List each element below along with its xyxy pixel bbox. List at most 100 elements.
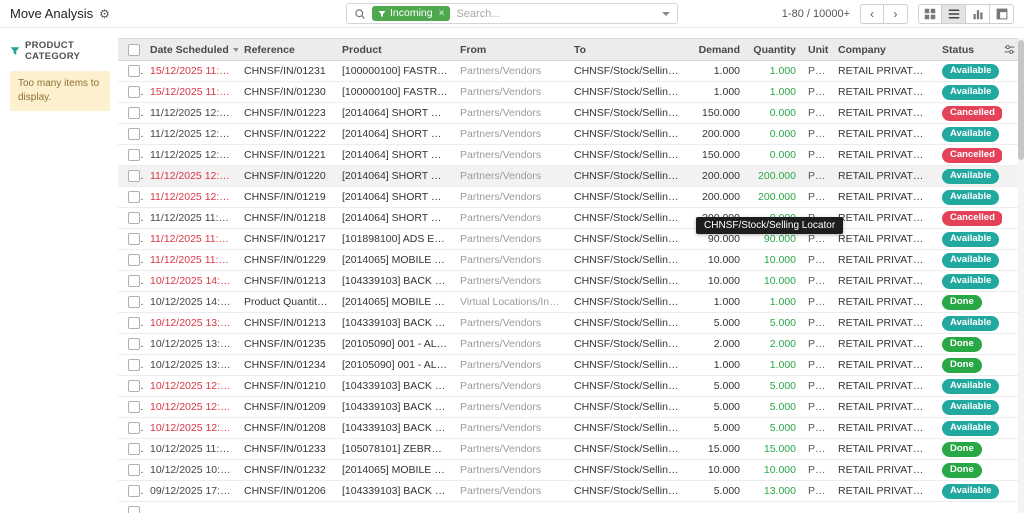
table-row[interactable]: 11/12/2025 11:52:13 CHNSF/IN/01218 [2014… bbox=[118, 207, 1018, 229]
cell-company: RETAIL PRIVATE LIMITED CHN bbox=[832, 375, 936, 397]
cell-unit: PCS bbox=[802, 291, 832, 313]
row-checkbox[interactable] bbox=[128, 380, 140, 393]
list-view-icon[interactable] bbox=[942, 3, 966, 24]
row-checkbox[interactable] bbox=[128, 422, 140, 435]
table-row[interactable]: 15/12/2025 11:20:15 CHNSF/IN/01230 [1000… bbox=[118, 81, 1018, 103]
table-row[interactable]: 11/12/2025 12:13:19 CHNSF/IN/01220 [2014… bbox=[118, 165, 1018, 187]
action-gear-icon[interactable]: ⚙ bbox=[99, 7, 110, 21]
status-badge: Done bbox=[942, 441, 982, 457]
column-header-product[interactable]: Product bbox=[336, 38, 454, 61]
search-dropdown-icon[interactable] bbox=[662, 11, 670, 16]
cell-date-scheduled: 10/12/2025 14:14:09 bbox=[144, 291, 238, 313]
row-checkbox[interactable] bbox=[128, 485, 140, 498]
cell-reference: CHNSF/IN/01206 bbox=[238, 480, 336, 502]
cell-unit: PCS bbox=[802, 123, 832, 145]
cell-from: Partners/Vendors bbox=[454, 375, 568, 397]
search-input[interactable]: Search... bbox=[456, 8, 656, 20]
column-header-reference[interactable]: Reference bbox=[238, 38, 336, 61]
column-header-quantity[interactable]: Quantity bbox=[746, 38, 802, 61]
cell-demand: 5.000 bbox=[690, 396, 746, 418]
cell-to: CHNSF/Stock/Selling Locator bbox=[568, 312, 690, 334]
vertical-scrollbar[interactable] bbox=[1018, 38, 1024, 513]
cell-quantity: 5.000 bbox=[746, 312, 802, 334]
status-badge: Available bbox=[942, 420, 1000, 436]
column-header-company[interactable]: Company bbox=[832, 38, 936, 61]
cell-to bbox=[568, 502, 690, 513]
cell-demand: 150.000 bbox=[690, 144, 746, 166]
sidebar-section-product-category[interactable]: PRODUCT CATEGORY bbox=[10, 40, 110, 62]
table-row[interactable]: 10/12/2025 13:02:08 CHNSF/IN/01234 [2010… bbox=[118, 354, 1018, 376]
table-row[interactable]: 11/12/2025 12:13:41 CHNSF/IN/01221 [2014… bbox=[118, 144, 1018, 166]
row-checkbox[interactable] bbox=[128, 233, 140, 246]
column-header-demand[interactable]: Demand bbox=[690, 38, 746, 61]
table-row[interactable]: 11/12/2025 12:07:33 CHNSF/IN/01219 [2014… bbox=[118, 186, 1018, 208]
column-header-unit[interactable]: Unit bbox=[802, 38, 832, 61]
cell-date-scheduled: 11/12/2025 11:08:42 bbox=[144, 249, 238, 271]
search-bar[interactable]: Incoming × Search... bbox=[346, 3, 678, 24]
cell-to: CHNSF/Stock/Selling Locator bbox=[568, 396, 690, 418]
row-checkbox[interactable] bbox=[128, 149, 140, 162]
cell-reference: CHNSF/IN/01219 bbox=[238, 186, 336, 208]
cell-date-scheduled: 09/12/2025 17:26:20 bbox=[144, 480, 238, 502]
row-checkbox[interactable] bbox=[128, 296, 140, 309]
column-header-date-scheduled[interactable]: Date Scheduled bbox=[144, 38, 238, 61]
table-row[interactable]: 15/12/2025 11:21:31 CHNSF/IN/01231 [1000… bbox=[118, 60, 1018, 82]
column-header-status[interactable]: Status bbox=[936, 38, 1002, 61]
row-checkbox[interactable] bbox=[128, 107, 140, 120]
table-row[interactable]: 09/12/2025 17:26:20 CHNSF/IN/01206 [1043… bbox=[118, 480, 1018, 502]
row-checkbox[interactable] bbox=[128, 464, 140, 477]
remove-facet-icon[interactable]: × bbox=[439, 7, 445, 20]
status-badge: Cancelled bbox=[942, 147, 1002, 163]
pager-prev-button[interactable]: ‹ bbox=[860, 3, 884, 24]
cell-date-scheduled: 11/12/2025 12:07:33 bbox=[144, 186, 238, 208]
row-checkbox[interactable] bbox=[128, 275, 140, 288]
table-row[interactable]: 10/12/2025 12:05:24 CHNSF/IN/01208 [1043… bbox=[118, 417, 1018, 439]
table-row[interactable]: 10/12/2025 12:46:26 CHNSF/IN/01210 [1043… bbox=[118, 375, 1018, 397]
graph-view-icon[interactable] bbox=[966, 3, 990, 24]
table-row[interactable]: 10/12/2025 14:23:27 CHNSF/IN/01213 [1043… bbox=[118, 270, 1018, 292]
row-checkbox[interactable] bbox=[128, 506, 140, 513]
cell-demand: 200.000 bbox=[690, 165, 746, 187]
row-checkbox[interactable] bbox=[128, 65, 140, 78]
row-checkbox[interactable] bbox=[128, 401, 140, 414]
row-checkbox[interactable] bbox=[128, 359, 140, 372]
pivot-view-icon[interactable] bbox=[990, 3, 1014, 24]
table-row[interactable]: 11/12/2025 12:16:17 CHNSF/IN/01223 [2014… bbox=[118, 102, 1018, 124]
cell-from: Partners/Vendors bbox=[454, 144, 568, 166]
filter-funnel-icon bbox=[10, 46, 20, 56]
row-checkbox[interactable] bbox=[128, 254, 140, 267]
table-row[interactable]: 10/12/2025 14:14:09 Product Quantity Upd… bbox=[118, 291, 1018, 313]
table-row[interactable]: 11/12/2025 12:15:30 CHNSF/IN/01222 [2014… bbox=[118, 123, 1018, 145]
row-checkbox[interactable] bbox=[128, 443, 140, 456]
column-header-from[interactable]: From bbox=[454, 38, 568, 61]
cell-reference: CHNSF/IN/01234 bbox=[238, 354, 336, 376]
status-badge: Available bbox=[942, 273, 1000, 289]
table-row[interactable]: 10/12/2025 13:04:57 CHNSF/IN/01235 [2010… bbox=[118, 333, 1018, 355]
row-checkbox[interactable] bbox=[128, 317, 140, 330]
row-checkbox[interactable] bbox=[128, 170, 140, 183]
select-all-checkbox[interactable] bbox=[128, 43, 140, 56]
table-row[interactable]: 11/12/2025 11:08:42 CHNSF/IN/01229 [2014… bbox=[118, 249, 1018, 271]
table-row[interactable]: 10/12/2025 13:05:29 CHNSF/IN/01213 [1043… bbox=[118, 312, 1018, 334]
kanban-view-icon[interactable] bbox=[918, 3, 942, 24]
table-row[interactable] bbox=[118, 502, 1018, 513]
row-checkbox[interactable] bbox=[128, 86, 140, 99]
column-header-to[interactable]: To bbox=[568, 38, 690, 61]
cell-to: CHNSF/Stock/Selling Locator bbox=[568, 459, 690, 481]
table-row[interactable]: 10/12/2025 10:38:08 CHNSF/IN/01232 [2014… bbox=[118, 459, 1018, 481]
row-checkbox[interactable] bbox=[128, 128, 140, 141]
cell-unit: PCS bbox=[802, 417, 832, 439]
row-checkbox[interactable] bbox=[128, 191, 140, 204]
row-checkbox[interactable] bbox=[128, 212, 140, 225]
filter-facet-incoming[interactable]: Incoming × bbox=[372, 6, 451, 21]
table-row[interactable]: 10/12/2025 11:42:04 CHNSF/IN/01233 [1050… bbox=[118, 438, 1018, 460]
scrollbar-thumb[interactable] bbox=[1018, 40, 1024, 160]
table-row[interactable]: 11/12/2025 11:51:57 CHNSF/IN/01217 [1018… bbox=[118, 228, 1018, 250]
cell-from: Partners/Vendors bbox=[454, 312, 568, 334]
cell-company: RETAIL PRIVATE LIMITED CHN bbox=[832, 270, 936, 292]
row-checkbox[interactable] bbox=[128, 338, 140, 351]
pager-next-button[interactable]: › bbox=[884, 3, 908, 24]
column-options-icon[interactable] bbox=[1004, 44, 1016, 55]
table-row[interactable]: 10/12/2025 12:45:43 CHNSF/IN/01209 [1043… bbox=[118, 396, 1018, 418]
status-badge: Done bbox=[942, 336, 982, 352]
